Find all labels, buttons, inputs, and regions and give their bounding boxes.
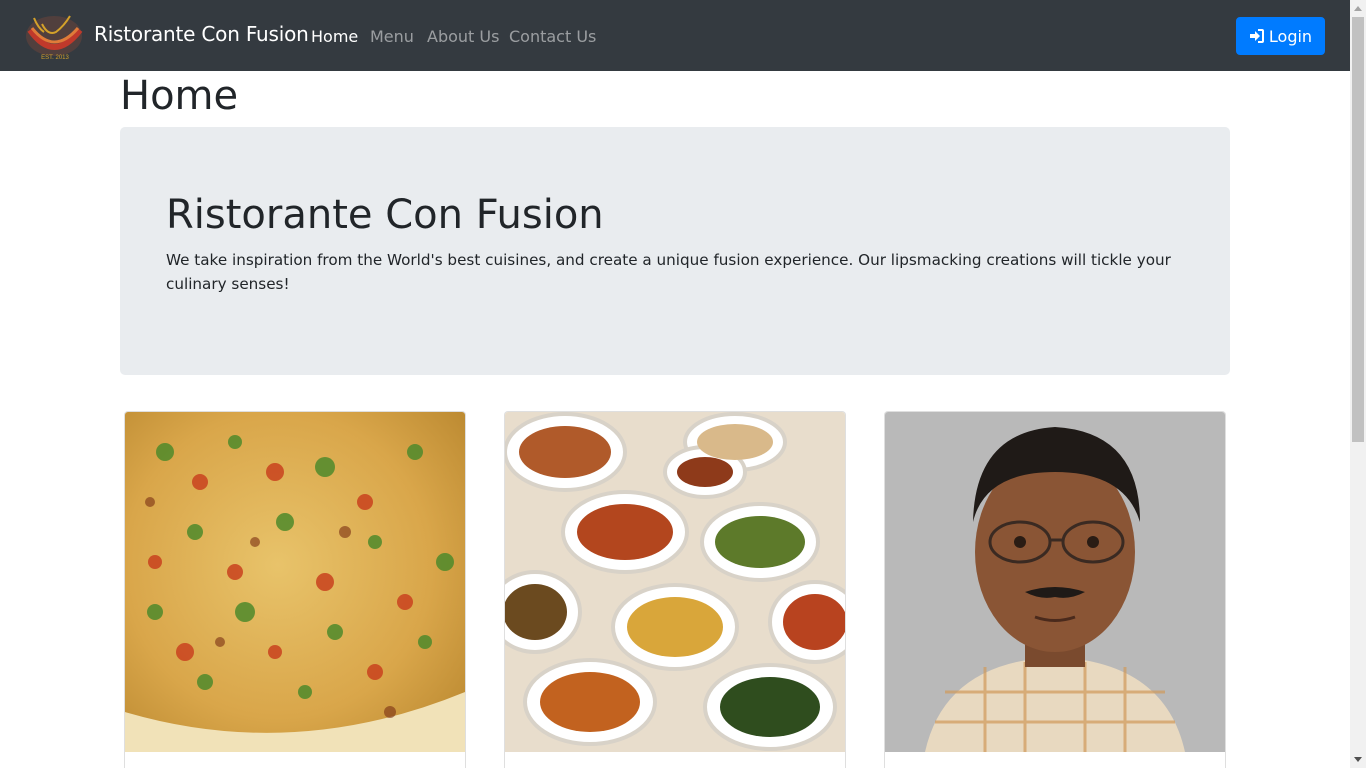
pizza-photo-image	[125, 412, 465, 752]
vertical-scrollbar[interactable]	[1350, 0, 1366, 768]
nav-item-home[interactable]: Home	[311, 27, 358, 46]
page-title: Home	[120, 73, 239, 119]
nav-item-menu[interactable]: Menu	[370, 27, 414, 46]
buffet-dishes-photo-image	[505, 412, 845, 752]
page: EST. 2013 Ristorante Con Fusion Home Men…	[0, 0, 1366, 768]
login-label: Login	[1268, 26, 1313, 46]
jumbotron: Ristorante Con Fusion We take inspiratio…	[120, 127, 1230, 375]
restaurant-logo-icon[interactable]: EST. 2013	[24, 10, 86, 62]
card-chef[interactable]	[884, 411, 1226, 768]
login-button[interactable]: Login	[1236, 17, 1325, 55]
jumbotron-title: Ristorante Con Fusion	[166, 192, 604, 238]
card-buffet[interactable]	[504, 411, 846, 768]
card-pizza[interactable]	[124, 411, 466, 768]
svg-text:EST. 2013: EST. 2013	[41, 55, 69, 61]
nav-item-about-us[interactable]: About Us	[427, 27, 499, 46]
brand-name[interactable]: Ristorante Con Fusion	[94, 22, 309, 46]
chef-portrait-photo-image	[885, 412, 1225, 752]
navbar: EST. 2013 Ristorante Con Fusion Home Men…	[0, 0, 1350, 71]
sign-in-icon	[1249, 29, 1264, 43]
scroll-up-arrow-icon[interactable]	[1350, 0, 1366, 16]
jumbotron-text: We take inspiration from the World's bes…	[166, 251, 1171, 293]
scroll-down-arrow-icon[interactable]	[1350, 752, 1366, 768]
nav-item-contact-us[interactable]: Contact Us	[509, 27, 596, 46]
scrollbar-thumb[interactable]	[1352, 17, 1364, 442]
